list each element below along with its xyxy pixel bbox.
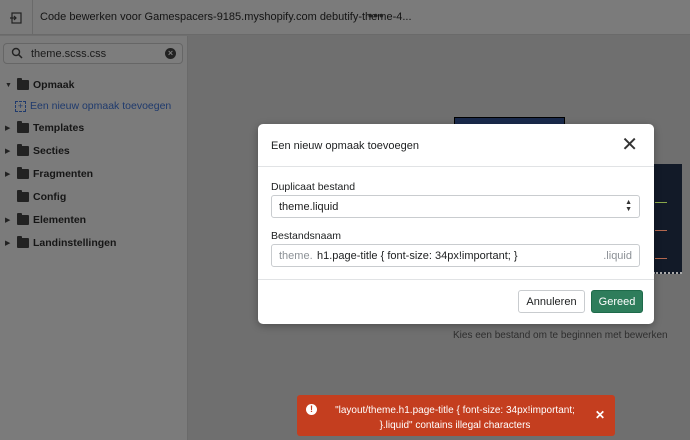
add-file-icon: +	[15, 100, 26, 112]
folder-label: Elementen	[33, 214, 87, 226]
caret-right-icon: ▶	[5, 240, 11, 247]
folder-label: Templates	[33, 122, 85, 134]
folder-templates[interactable]: ▶ Templates	[5, 120, 84, 136]
exit-button[interactable]	[0, 0, 33, 35]
search-icon	[11, 47, 23, 59]
folder-label: Opmaak	[33, 79, 75, 91]
file-search-input[interactable]: theme.scss.css ×	[3, 43, 183, 64]
folder-icon	[17, 78, 29, 90]
caret-right-icon: ▶	[5, 171, 11, 178]
page-title: Code bewerken voor Gamespacers-9185.mysh…	[40, 11, 412, 23]
select-arrows-icon: ▲ ▼	[625, 199, 632, 213]
error-toast: ! "layout/theme.h1.page-title { font-siz…	[297, 395, 615, 436]
search-value: theme.scss.css	[31, 48, 107, 60]
caret-down-icon: ▼	[5, 81, 12, 89]
close-icon[interactable]: ✕	[621, 135, 638, 155]
dismiss-toast-icon[interactable]: ✕	[595, 408, 605, 422]
folder-config[interactable]: ▶Config	[5, 189, 66, 205]
add-layout-dialog: Een nieuw opmaak toevoegen ✕ Duplicaat b…	[258, 124, 654, 324]
exit-icon	[10, 11, 22, 24]
filename-label: Bestandsnaam	[271, 230, 342, 242]
confirm-button[interactable]: Gereed	[591, 290, 643, 313]
cancel-button[interactable]: Annuleren	[518, 290, 585, 313]
add-layout-link[interactable]: + Een nieuw opmaak toevoegen	[5, 98, 171, 114]
folder-secties[interactable]: ▶ Secties	[5, 143, 70, 159]
folder-icon	[17, 236, 29, 248]
folder-icon	[17, 167, 29, 179]
duplicate-file-select[interactable]: theme.liquid ▲ ▼	[271, 195, 640, 218]
file-sidebar: theme.scss.css × ▼ Opmaak + Een nieuw opma…	[0, 36, 188, 440]
filename-suffix: .liquid	[603, 250, 632, 262]
caret-right-icon: ▶	[5, 217, 11, 224]
dialog-title: Een nieuw opmaak toevoegen	[271, 140, 419, 152]
clear-search-icon[interactable]: ×	[165, 48, 176, 59]
selected-value: theme.liquid	[279, 201, 339, 213]
filename-input[interactable]: theme. h1.page-title { font-size: 34px!i…	[271, 244, 640, 267]
folder-label: Landinstellingen	[33, 237, 117, 249]
top-bar: Code bewerken voor Gamespacers-9185.mysh…	[0, 0, 690, 35]
folder-icon	[17, 213, 29, 225]
folder-opmaak[interactable]: ▼ Opmaak	[5, 77, 74, 93]
folder-elementen[interactable]: ▶ Elementen	[5, 212, 86, 228]
folder-label: Config	[33, 191, 67, 203]
dialog-footer-divider	[258, 279, 654, 280]
caret-right-icon: ▶	[5, 125, 11, 132]
empty-state-text: Kies een bestand om te beginnen met bewe…	[453, 330, 668, 341]
caret-right-icon: ▶	[5, 148, 11, 155]
folder-landinstellingen[interactable]: ▶ Landinstellingen	[5, 235, 116, 251]
alert-icon: !	[306, 404, 317, 415]
folder-fragmenten[interactable]: ▶ Fragmenten	[5, 166, 93, 182]
add-layout-label: Een nieuw opmaak toevoegen	[30, 100, 172, 112]
folder-icon	[17, 144, 29, 156]
more-actions-button[interactable]: •••	[368, 8, 385, 23]
filename-value: h1.page-title { font-size: 34px!importan…	[317, 250, 518, 262]
folder-icon	[17, 121, 29, 133]
error-message: "layout/theme.h1.page-title { font-size:…	[335, 405, 575, 431]
folder-icon	[17, 190, 29, 202]
folder-label: Secties	[33, 145, 70, 157]
folder-label: Fragmenten	[33, 168, 94, 180]
duplicate-label: Duplicaat bestand	[271, 181, 356, 193]
filename-prefix: theme.	[279, 250, 313, 262]
illustration-part	[653, 164, 682, 274]
